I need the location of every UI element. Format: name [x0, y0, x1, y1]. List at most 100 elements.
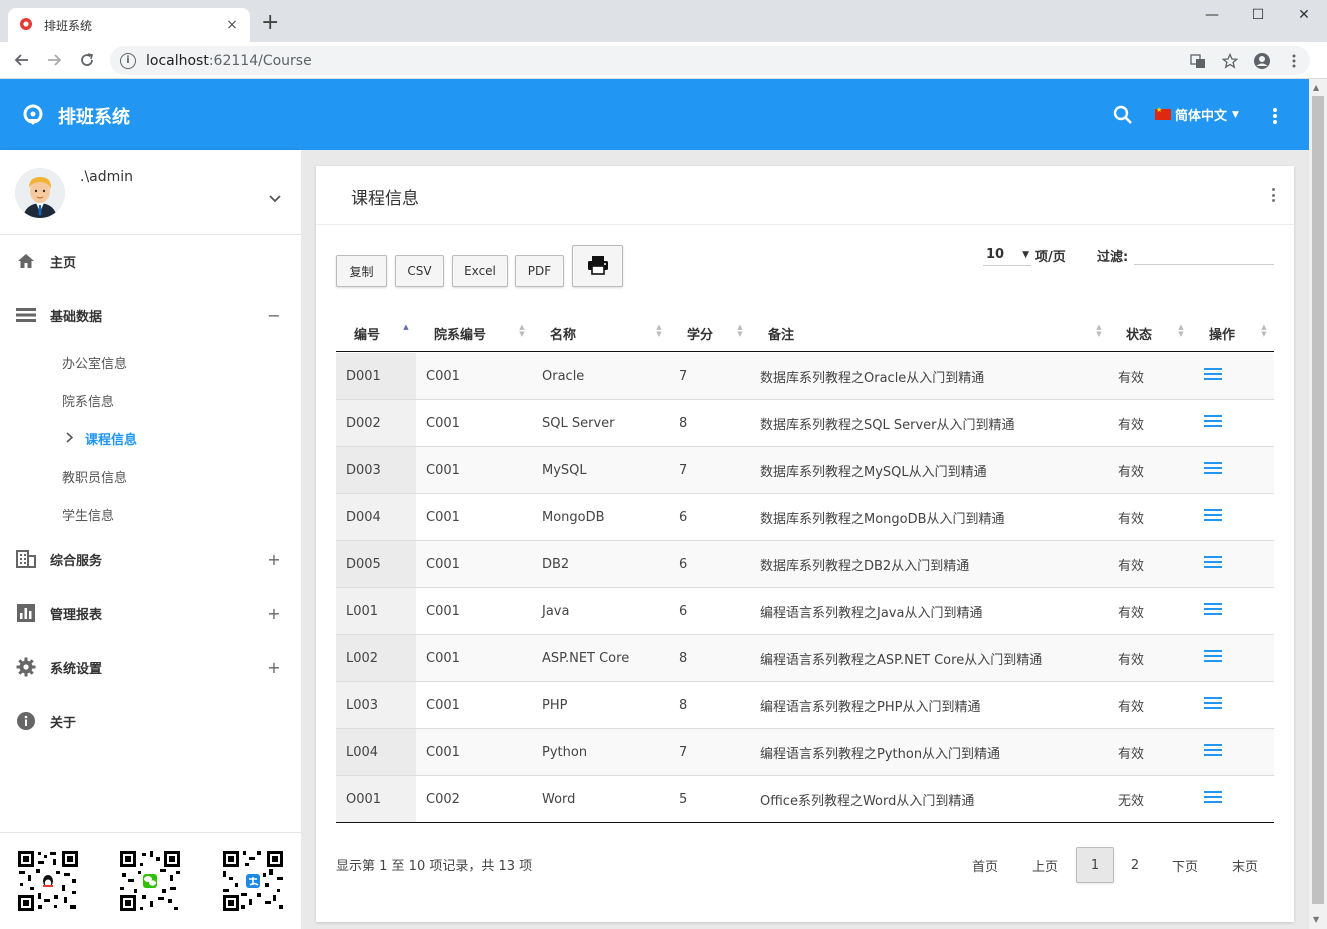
forward-icon[interactable]	[42, 48, 66, 72]
csv-button[interactable]: CSV	[395, 255, 444, 287]
language-selector[interactable]: 简体中文 ▼	[1155, 105, 1239, 124]
app-header: 排班系统 简体中文 ▼	[0, 79, 1309, 150]
expand-icon[interactable]: +	[259, 604, 289, 623]
window-minimize-button[interactable]: —	[1189, 0, 1235, 30]
pagination-page-2[interactable]: 2	[1121, 847, 1149, 883]
row-menu-icon[interactable]	[1204, 462, 1222, 474]
scroll-thumb[interactable]	[1312, 96, 1324, 904]
address-bar[interactable]: i localhost:62114/Course	[110, 46, 1310, 75]
browser-tab[interactable]: 排班系统 ×	[8, 8, 250, 42]
pagination-next[interactable]: 下页	[1161, 847, 1209, 883]
cell-name: ASP.NET Core	[542, 650, 630, 666]
new-tab-button[interactable]: +	[261, 12, 279, 34]
menu-label: 系统设置	[50, 661, 103, 677]
cell-status: 有效	[1118, 699, 1145, 715]
profile-icon[interactable]	[1246, 52, 1278, 70]
expand-icon[interactable]: +	[259, 658, 289, 677]
bookmark-star-icon[interactable]	[1214, 52, 1246, 69]
excel-button[interactable]: Excel	[452, 255, 508, 287]
page-length-value: 10	[986, 247, 1005, 262]
page-title: 课程信息	[351, 189, 419, 209]
submenu-item-student[interactable]: 学生信息	[62, 505, 114, 524]
filter-input[interactable]	[1134, 243, 1274, 265]
menu-item-reports[interactable]: 管理报表 +	[0, 588, 301, 638]
pdf-button[interactable]: PDF	[515, 255, 564, 287]
menu-item-basic-data[interactable]: 基础数据 −	[0, 290, 301, 340]
sort-icon[interactable]: ▲ ▼	[1177, 324, 1185, 340]
site-info-icon[interactable]: i	[120, 52, 136, 69]
page-scrollbar[interactable]: ▲ ▼	[1309, 79, 1327, 929]
chevron-down-icon[interactable]	[269, 192, 281, 206]
cell-name: MongoDB	[542, 509, 605, 525]
menu-item-services[interactable]: 综合服务 +	[0, 534, 301, 584]
page-length-select[interactable]: 10 ▼	[983, 244, 1031, 266]
row-menu-icon[interactable]	[1204, 791, 1222, 803]
column-header-status[interactable]: 状态	[1126, 314, 1152, 352]
window-close-button[interactable]: ✕	[1281, 0, 1327, 30]
column-header-name[interactable]: 名称	[550, 314, 576, 352]
row-menu-icon[interactable]	[1204, 415, 1222, 427]
column-header-id[interactable]: 编号	[354, 314, 380, 352]
chevron-right-icon	[66, 431, 74, 446]
row-menu-icon[interactable]	[1204, 697, 1222, 709]
search-icon[interactable]	[1112, 104, 1134, 126]
menu-item-home[interactable]: 主页	[0, 236, 301, 286]
scroll-up-icon[interactable]: ▲	[1313, 83, 1319, 92]
reload-icon[interactable]	[75, 48, 99, 72]
cell-id: D001	[346, 368, 381, 384]
app-title[interactable]: 排班系统	[58, 103, 130, 129]
sort-icon[interactable]: ▲ ▼	[1095, 324, 1103, 340]
row-menu-icon[interactable]	[1204, 744, 1222, 756]
scroll-down-icon[interactable]: ▼	[1313, 915, 1319, 924]
pagination-previous[interactable]: 上页	[1021, 847, 1069, 883]
sort-icon[interactable]: ▲ ▼	[518, 324, 526, 340]
sort-icon[interactable]: ▲ ▼	[736, 324, 744, 340]
table-row: O001 C002 Word 5 Office系列教程之Word从入门到精通 无效	[336, 776, 1274, 823]
collapse-icon[interactable]: −	[259, 306, 289, 325]
row-menu-icon[interactable]	[1204, 603, 1222, 615]
column-header-credit[interactable]: 学分	[687, 314, 713, 352]
row-menu-icon[interactable]	[1204, 509, 1222, 521]
submenu-item-department[interactable]: 院系信息	[62, 391, 114, 410]
row-menu-icon[interactable]	[1204, 650, 1222, 662]
tab-close-icon[interactable]: ×	[224, 17, 240, 33]
menu-item-settings[interactable]: 系统设置 +	[0, 642, 301, 692]
cell-credit: 8	[679, 697, 688, 713]
list-icon	[16, 305, 36, 325]
column-header-dept-id[interactable]: 院系编号	[434, 314, 486, 352]
row-menu-icon[interactable]	[1204, 556, 1222, 568]
cell-dept-id: C001	[426, 697, 460, 713]
pagination-last[interactable]: 末页	[1221, 847, 1269, 883]
browser-tabstrip: 排班系统 × + — ☐ ✕	[0, 0, 1327, 42]
translate-icon[interactable]	[1182, 53, 1214, 69]
back-icon[interactable]	[10, 48, 34, 72]
menu-label: 基础数据	[50, 309, 103, 325]
card-menu-icon[interactable]	[1270, 188, 1276, 202]
cell-status: 有效	[1118, 746, 1145, 762]
window-maximize-button[interactable]: ☐	[1235, 0, 1281, 30]
menu-label: 管理报表	[50, 607, 103, 623]
submenu-item-office[interactable]: 办公室信息	[62, 353, 127, 372]
tab-title: 排班系统	[44, 18, 93, 33]
sort-icon[interactable]: ▲ ▼	[655, 324, 663, 340]
sort-icon[interactable]: ▲ ▼	[1260, 324, 1268, 340]
expand-icon[interactable]: +	[259, 550, 289, 569]
browser-menu-icon[interactable]	[1278, 54, 1310, 68]
copy-button[interactable]: 复制	[336, 255, 387, 287]
submenu-item-staff[interactable]: 教职员信息	[62, 467, 127, 486]
pagination-first[interactable]: 首页	[961, 847, 1009, 883]
menu-item-about[interactable]: 关于	[0, 696, 301, 746]
column-header-remark[interactable]: 备注	[768, 314, 794, 352]
more-vert-icon[interactable]	[1269, 106, 1281, 126]
user-panel: .\admin	[0, 150, 301, 235]
qr-code-row	[0, 832, 301, 929]
user-name: .\admin	[80, 169, 134, 185]
row-menu-icon[interactable]	[1204, 368, 1222, 380]
table-row: L004 C001 Python 7 编程语言系列教程之Python从入门到精通 有效	[336, 729, 1274, 776]
print-button[interactable]	[572, 245, 623, 287]
pagination-page-1[interactable]: 1	[1076, 847, 1114, 883]
sort-asc-icon[interactable]: ▲	[402, 324, 410, 340]
table-row: D005 C001 DB2 6 数据库系列教程之DB2从入门到精通 有效	[336, 541, 1274, 588]
submenu-item-course[interactable]: 课程信息	[66, 429, 137, 448]
column-header-action[interactable]: 操作	[1209, 314, 1235, 352]
